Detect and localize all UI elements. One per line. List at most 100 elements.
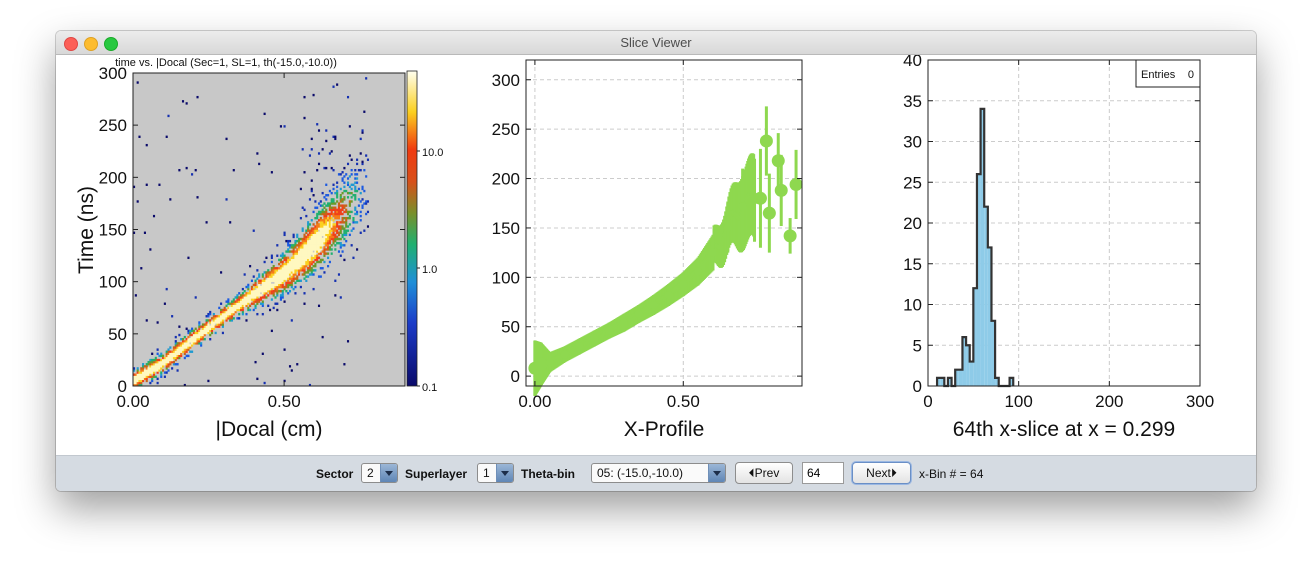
heatmap-cell [152,360,156,364]
heatmap-cell [299,256,302,260]
profile-point [560,350,569,359]
heatmap-cell [334,239,337,243]
heatmap-cell [142,377,145,381]
heatmap-cell [252,283,255,287]
theta-bin-select[interactable]: 05: (-15.0,-10.0) [591,463,726,483]
heatmap-cell [292,254,295,257]
heatmap-cell [316,212,319,216]
heatmap-cell [201,325,205,328]
heatmap-cell [310,269,313,272]
heatmap-cell [283,287,286,291]
heatmap-cell [167,348,170,351]
heatmap-cell [256,296,259,299]
superlayer-select[interactable]: 1 [477,463,514,483]
heatmap-cell [328,189,331,193]
heatmap-cell [359,219,362,222]
histogram-bar [969,361,974,386]
heatmap-cell [261,279,264,282]
heatmap-cell [334,223,337,226]
heatmap-cell [256,290,259,293]
heatmap-cell [316,254,319,257]
next-button[interactable]: Next⏵ [852,462,911,484]
heatmap-cell [317,246,321,249]
heatmap-cell [314,229,317,232]
heatmap-cell [298,271,301,274]
histogram-chart[interactable]: 0510152025303540 0 100 200 300 Entries 0 64… [856,55,1256,455]
profile-point [634,309,643,318]
heatmap-cell [354,181,357,184]
profile-y-tick-label: 250 [492,120,520,139]
heatmap-cell [327,237,330,241]
heatmap-cell [276,281,279,285]
heatmap-chart[interactable]: time vs. |Docal (Sec=1, SL=1, th(-15.0,-… [56,55,456,455]
heatmap-cell [357,187,360,191]
heatmap-cell [310,262,313,266]
heatmap-cell [272,294,275,297]
heatmap-cell [176,356,179,360]
heatmap-cell [296,363,299,366]
heatmap-cell [292,258,295,262]
histogram-y-tick-label: 35 [903,92,922,111]
heatmap-cell [249,296,252,299]
heatmap-cell [328,233,331,237]
heatmap-cell [339,246,342,249]
heatmap-cell [330,225,333,228]
heatmap-cell [327,221,330,224]
heatmap-cell [221,308,224,312]
heatmap-cell [256,300,259,303]
heatmap-cell [334,137,337,141]
heatmap-cell [142,379,145,383]
heatmap-cell [307,239,310,243]
heatmap-cell [225,300,228,303]
heatmap-cell [343,216,346,220]
heatmap-cell [323,206,326,209]
heatmap-cell [172,348,175,351]
heatmap-x-tick-label: 0.00 [116,392,149,411]
sector-select[interactable]: 2 [361,463,398,483]
heatmap-cell [252,300,255,303]
heatmap-cell [178,348,181,351]
profile-chart[interactable]: 050100150200250300 0.00 0.50 X-Profile [456,55,856,455]
heatmap-cell [196,333,199,337]
heatmap-cell [245,292,248,295]
heatmap-cell [185,166,188,170]
heatmap-cell [319,246,322,249]
heatmap-cell [290,246,293,249]
heatmap-cell [203,323,206,326]
heatmap-cell [301,206,304,209]
heatmap-cell [330,166,333,170]
heatmap-cell [210,329,214,333]
heatmap-cell [279,277,282,280]
heatmap-cell [165,371,168,374]
heatmap-cell [339,200,342,203]
heatmap-cell [187,346,190,349]
heatmap-cell [169,350,172,353]
heatmap-cell [323,227,326,230]
heatmap-cell [327,233,330,237]
heatmap-cell [265,290,268,293]
heatmap-cell [220,308,223,312]
heatmap-cell [336,229,339,232]
heatmap-cell [278,277,281,280]
heatmap-cell [187,354,190,358]
prev-button[interactable]: ⏴Prev [735,462,793,484]
heatmap-cell [301,148,304,151]
heatmap-cell [292,250,295,253]
heatmap-cell [136,381,139,385]
heatmap-cell [337,233,341,237]
heatmap-cell [261,304,264,308]
heatmap-cell [296,235,299,239]
heatmap-cell [239,306,243,310]
heatmap-cell [292,252,295,255]
heatmap-cell [160,375,163,378]
heatmap-cell [307,275,310,278]
heatmap-cell [203,331,206,335]
heatmap-cell [274,271,277,274]
heatmap-cell [325,248,328,251]
heatmap-cell [285,239,288,243]
heatmap-cell [290,269,293,272]
heatmap-cell [279,283,282,287]
bin-number-input[interactable] [802,462,844,484]
heatmap-cell [288,262,292,266]
heatmap-y-tick-label: 100 [99,273,127,292]
